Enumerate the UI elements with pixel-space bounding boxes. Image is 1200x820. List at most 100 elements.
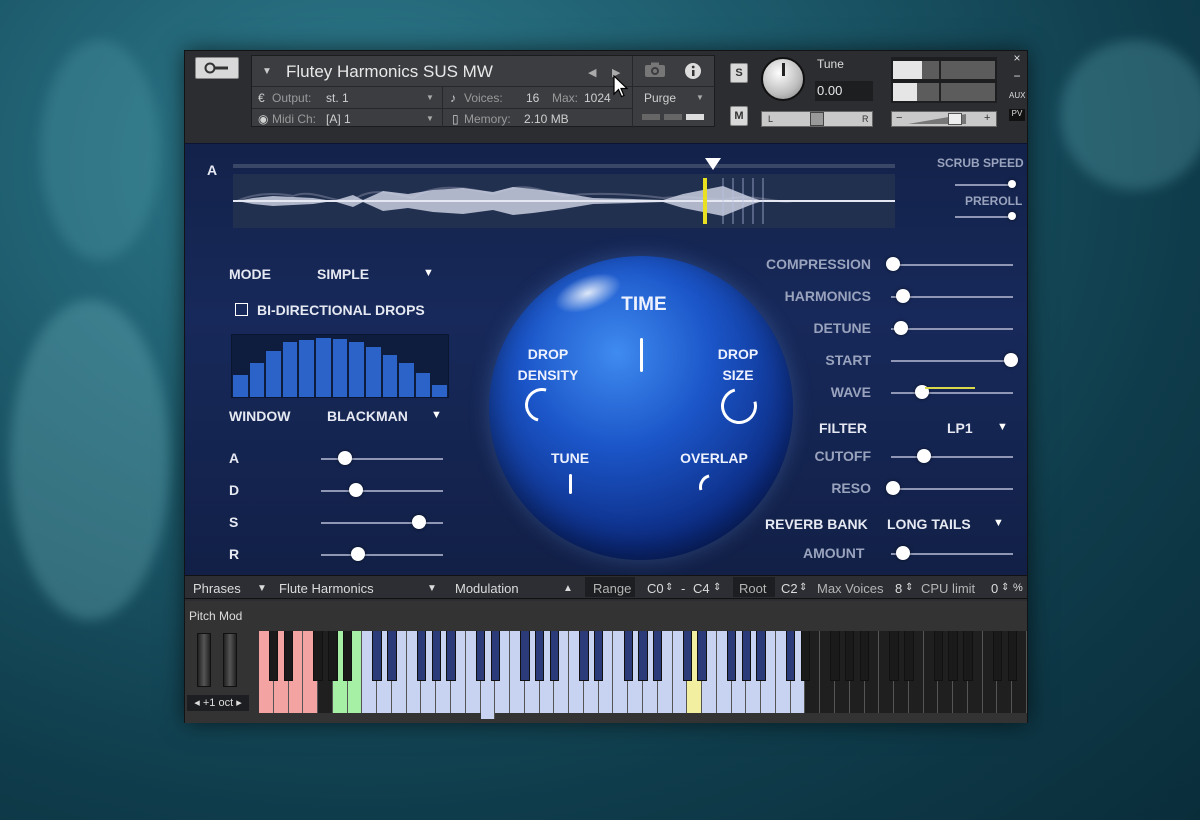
tune-knob[interactable]: [761, 57, 805, 101]
camera-icon[interactable]: [644, 62, 666, 83]
black-key[interactable]: [313, 631, 323, 681]
range-high-stepper-icon[interactable]: ⇕: [713, 582, 721, 593]
purge-label[interactable]: Purge: [644, 91, 676, 105]
pv-button[interactable]: PV: [1009, 109, 1025, 121]
volume-plus[interactable]: +: [984, 112, 990, 124]
black-key[interactable]: [756, 631, 766, 681]
solo-button[interactable]: S: [730, 63, 748, 83]
playhead-marker[interactable]: [705, 158, 721, 170]
black-key[interactable]: [328, 631, 338, 681]
range-low-value[interactable]: C0: [647, 581, 664, 596]
black-key[interactable]: [682, 631, 693, 681]
black-key[interactable]: [933, 631, 944, 681]
wrench-button[interactable]: [195, 57, 239, 79]
window-value[interactable]: BLACKMAN: [327, 408, 408, 424]
preroll-slider[interactable]: [955, 216, 1015, 218]
black-key[interactable]: [726, 631, 737, 681]
aux-button[interactable]: AUX: [1009, 91, 1025, 100]
start-handle[interactable]: [1003, 353, 1018, 367]
time-knob[interactable]: [640, 338, 643, 372]
phrases-dropdown-icon[interactable]: ▼: [257, 583, 267, 594]
adsr-slider-d[interactable]: [321, 490, 443, 492]
range-low-stepper-icon[interactable]: ⇕: [665, 582, 673, 593]
black-key[interactable]: [431, 631, 441, 681]
collapse-icon[interactable]: ▼: [262, 66, 272, 77]
volume-handle[interactable]: [948, 113, 962, 125]
mode-value[interactable]: SIMPLE: [317, 266, 369, 282]
scrub-speed-slider[interactable]: [955, 184, 1015, 186]
black-key[interactable]: [446, 631, 456, 681]
adsr-slider-r[interactable]: [321, 554, 443, 556]
tune-knob[interactable]: [569, 474, 572, 494]
black-key[interactable]: [1007, 631, 1017, 681]
black-key[interactable]: [904, 631, 914, 681]
black-key[interactable]: [342, 631, 353, 681]
octave-down-icon[interactable]: ◂: [194, 697, 200, 709]
phrase-dropdown-icon[interactable]: ▼: [427, 583, 437, 594]
black-key[interactable]: [593, 631, 604, 681]
root-value[interactable]: C2: [781, 581, 798, 596]
black-key[interactable]: [387, 631, 397, 681]
adsr-handle-a[interactable]: [338, 451, 353, 465]
reverb-bank-value[interactable]: LONG TAILS: [887, 516, 971, 532]
adsr-handle-r[interactable]: [350, 547, 365, 561]
black-key[interactable]: [963, 631, 973, 681]
mod-wheel[interactable]: [223, 633, 237, 687]
pan-slider[interactable]: L R: [761, 111, 873, 127]
midi-dropdown-icon[interactable]: ▼: [426, 114, 434, 123]
playhead-track[interactable]: [233, 164, 895, 168]
compression-slider[interactable]: [891, 264, 1013, 266]
black-key[interactable]: [845, 631, 855, 681]
adsr-handle-s[interactable]: [411, 515, 426, 529]
start-slider[interactable]: [891, 360, 1013, 362]
black-key[interactable]: [283, 631, 294, 681]
filter-value[interactable]: LP1: [947, 420, 973, 436]
black-key[interactable]: [475, 631, 486, 681]
black-key[interactable]: [372, 631, 382, 681]
waveform-display[interactable]: [233, 174, 895, 228]
range-high-value[interactable]: C4: [693, 581, 710, 596]
root-stepper-icon[interactable]: ⇕: [799, 582, 807, 593]
tune-value[interactable]: 0.00: [815, 81, 873, 101]
volume-slider[interactable]: − +: [891, 111, 997, 127]
mute-button[interactable]: M: [730, 106, 748, 126]
phrase-value[interactable]: Flute Harmonics: [279, 581, 374, 596]
black-key[interactable]: [490, 631, 501, 681]
wave-slider[interactable]: [891, 392, 1013, 394]
black-key[interactable]: [830, 631, 840, 681]
black-key[interactable]: [549, 631, 560, 681]
black-key[interactable]: [785, 631, 796, 681]
pitch-wheel[interactable]: [197, 633, 211, 687]
max-voices-stepper-icon[interactable]: ⇕: [905, 582, 913, 593]
output-dropdown-icon[interactable]: ▼: [426, 93, 434, 102]
minimize-button[interactable]: −: [1009, 69, 1025, 83]
max-voices-value[interactable]: 1024: [584, 91, 611, 105]
black-key[interactable]: [889, 631, 899, 681]
detune-handle[interactable]: [893, 321, 908, 335]
cpu-limit-stepper-icon[interactable]: ⇕: [1001, 582, 1009, 593]
modulation-label[interactable]: Modulation: [455, 581, 519, 596]
detune-slider[interactable]: [891, 328, 1013, 330]
black-key[interactable]: [638, 631, 648, 681]
close-button[interactable]: ×: [1009, 51, 1025, 65]
preroll-handle[interactable]: [1008, 212, 1016, 220]
modulation-expand-icon[interactable]: ▲: [563, 583, 573, 594]
cutoff-handle[interactable]: [916, 449, 931, 463]
volume-minus[interactable]: −: [896, 112, 902, 124]
black-key[interactable]: [653, 631, 663, 681]
harmonics-handle[interactable]: [896, 289, 911, 303]
cpu-limit-value[interactable]: 0: [991, 581, 998, 596]
cutoff-slider[interactable]: [891, 456, 1013, 458]
piano-keyboard[interactable]: [259, 631, 1027, 719]
filter-dropdown-icon[interactable]: ▼: [997, 421, 1008, 433]
reverb-dropdown-icon[interactable]: ▼: [993, 517, 1004, 529]
pan-handle[interactable]: [810, 112, 824, 126]
amount-handle[interactable]: [896, 546, 911, 560]
mode-dropdown-icon[interactable]: ▼: [423, 267, 434, 279]
window-dropdown-icon[interactable]: ▼: [431, 409, 442, 421]
reso-handle[interactable]: [886, 481, 901, 495]
black-key[interactable]: [741, 631, 752, 681]
instrument-name[interactable]: Flutey Harmonics SUS MW: [286, 62, 493, 82]
octave-up-icon[interactable]: ▸: [236, 697, 242, 709]
scrub-speed-handle[interactable]: [1008, 180, 1016, 188]
